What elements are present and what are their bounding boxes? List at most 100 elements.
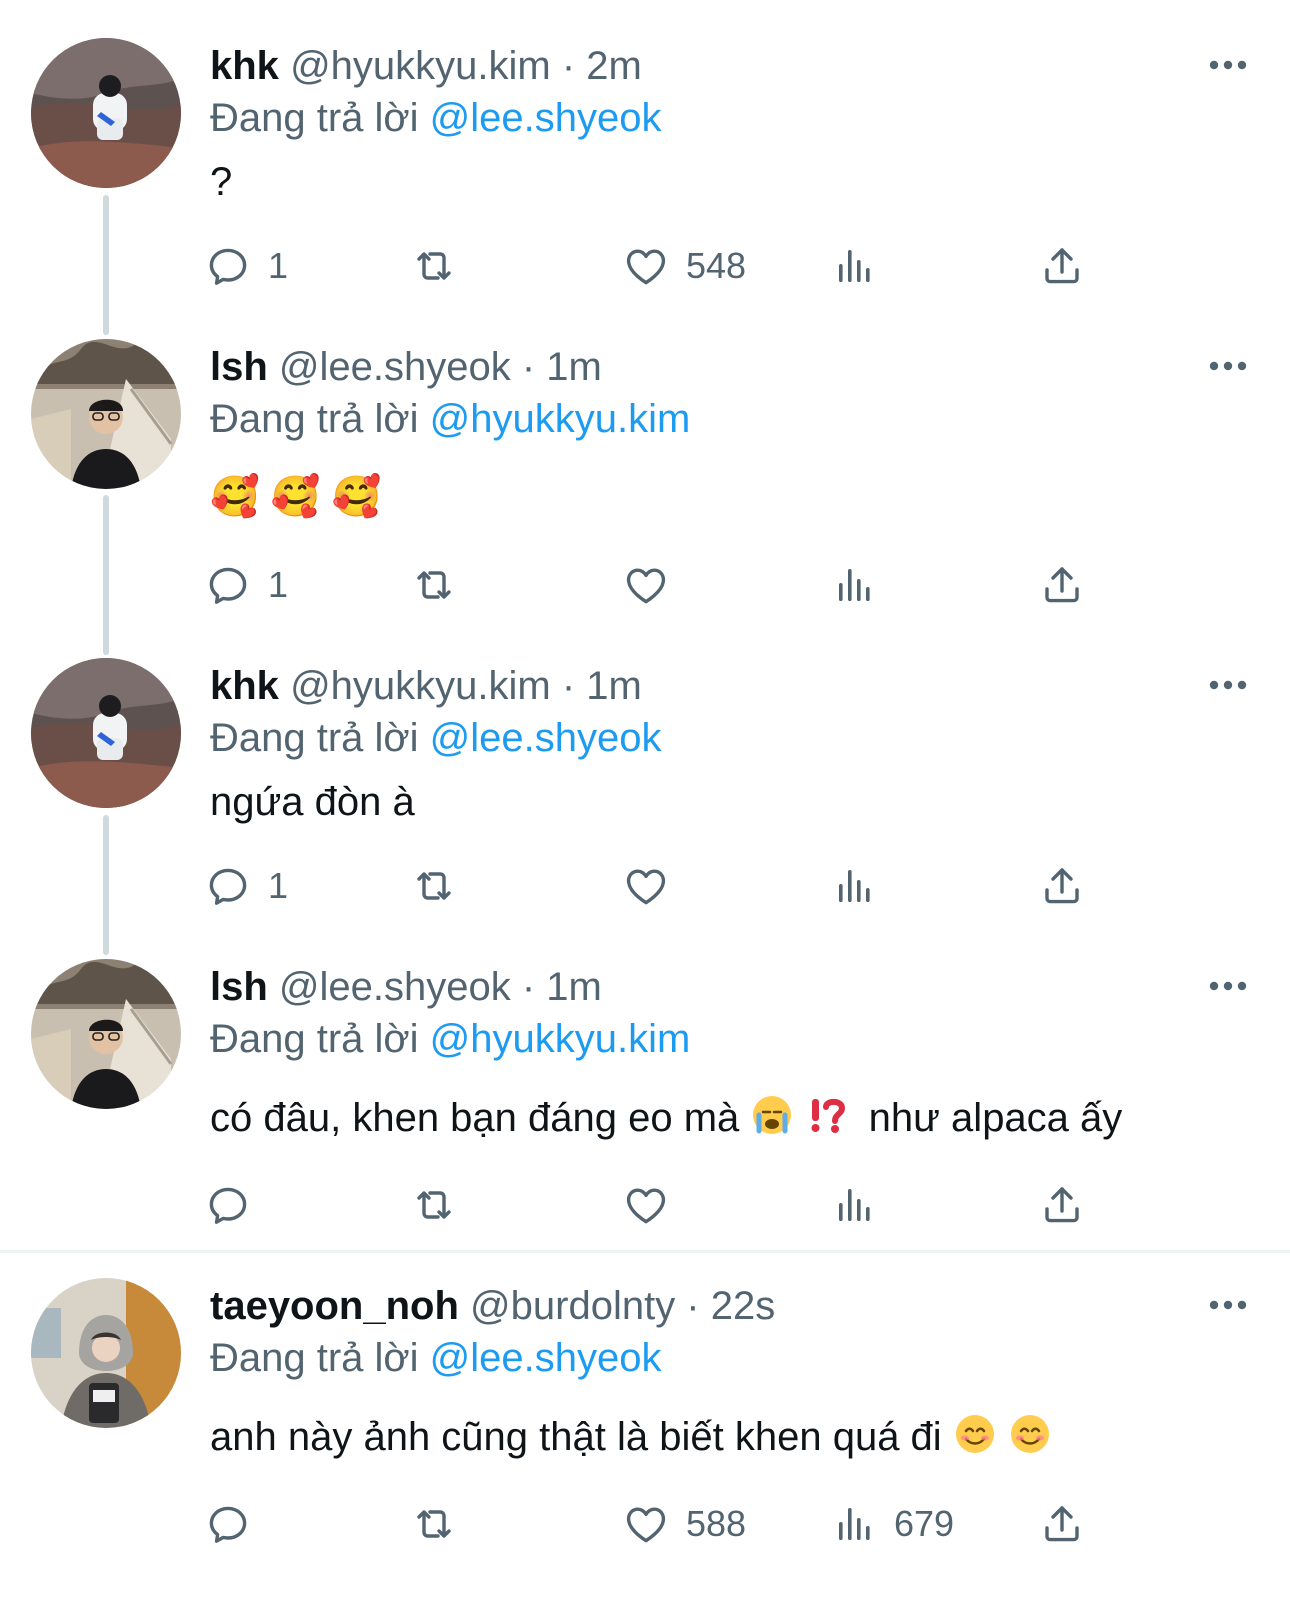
heart-icon (622, 1500, 670, 1548)
handle-time[interactable]: @burdolnty · 22s (470, 1284, 775, 1328)
share-button[interactable] (1038, 238, 1086, 294)
share-button[interactable] (1038, 1496, 1086, 1552)
tweet-header: khk @hyukkyu.kim · 2m (210, 42, 642, 90)
display-name[interactable]: khk (210, 44, 279, 88)
mention-link[interactable]: @hyukkyu.kim (430, 397, 691, 441)
retweet-button[interactable] (410, 1177, 458, 1233)
like-button[interactable]: 588 (622, 1496, 746, 1552)
heart-icon (622, 242, 670, 290)
like-button[interactable] (622, 557, 670, 613)
smiling-face-icon (953, 1412, 997, 1467)
tweet-header: lsh @lee.shyeok · 1m (210, 343, 602, 391)
like-button[interactable]: 548 (622, 238, 746, 294)
views-button[interactable] (830, 1177, 878, 1233)
views-icon (830, 1500, 878, 1548)
view-count: 679 (894, 1503, 955, 1544)
retweet-icon (410, 242, 458, 290)
mention-link[interactable]: @lee.shyeok (430, 96, 662, 140)
retweet-icon (410, 1500, 458, 1548)
tweet-actions: 1 (210, 557, 1210, 613)
retweet-icon (410, 561, 458, 609)
display-name[interactable]: lsh (210, 965, 268, 1009)
mention-link[interactable]: @lee.shyeok (430, 1336, 662, 1380)
retweet-button[interactable] (410, 557, 458, 613)
smiling-face-icon (1008, 1412, 1052, 1467)
share-button[interactable] (1038, 557, 1086, 613)
exclamation-question-icon (806, 1093, 850, 1148)
display-name[interactable]: taeyoon_noh (210, 1284, 459, 1328)
reply-prefix: Đang trả lời (210, 716, 430, 760)
handle-time[interactable]: @hyukkyu.kim · 1m (290, 664, 642, 708)
tweet-text-part: như alpaca ấy (868, 1096, 1123, 1141)
more-icon[interactable] (1208, 678, 1248, 692)
more-icon[interactable] (1208, 359, 1248, 373)
reply-prefix: Đang trả lời (210, 1336, 430, 1380)
tweet-text: 🥰 🥰 🥰 (210, 475, 382, 519)
avatar[interactable] (31, 1278, 181, 1428)
reply-prefix: Đang trả lời (210, 96, 430, 140)
tweet-actions: 588 679 (210, 1496, 1210, 1552)
views-icon (830, 1181, 878, 1229)
avatar[interactable] (31, 339, 181, 489)
tweet-text: ngứa đòn à (210, 780, 415, 824)
like-count: 548 (686, 245, 747, 286)
retweet-button[interactable] (410, 858, 458, 914)
replying-to: Đang trả lời @hyukkyu.kim (210, 1015, 690, 1063)
views-button[interactable] (830, 557, 878, 613)
tweet-text: anh này ảnh cũng thật là biết khen quá đ… (210, 1412, 1052, 1467)
display-name[interactable]: khk (210, 664, 279, 708)
views-button[interactable] (830, 238, 878, 294)
reply-prefix: Đang trả lời (210, 397, 430, 441)
views-button[interactable]: 679 (830, 1496, 954, 1552)
avatar[interactable] (31, 38, 181, 188)
retweet-button[interactable] (410, 238, 458, 294)
views-icon (830, 242, 878, 290)
more-icon[interactable] (1208, 58, 1248, 72)
reply-icon (204, 1181, 252, 1229)
avatar[interactable] (31, 658, 181, 808)
replying-to: Đang trả lời @lee.shyeok (210, 1334, 662, 1382)
share-icon (1038, 1181, 1086, 1229)
mention-link[interactable]: @lee.shyeok (430, 716, 662, 760)
like-button[interactable] (622, 1177, 670, 1233)
replying-to: Đang trả lời @lee.shyeok (210, 94, 662, 142)
share-button[interactable] (1038, 858, 1086, 914)
more-icon[interactable] (1208, 979, 1248, 993)
views-icon (830, 862, 878, 910)
views-button[interactable] (830, 858, 878, 914)
retweet-icon (410, 862, 458, 910)
reply-icon (204, 561, 252, 609)
reply-count: 1 (268, 245, 289, 286)
reply-button[interactable] (204, 1177, 252, 1233)
thread-line (103, 195, 109, 335)
reply-count: 1 (268, 865, 289, 906)
like-button[interactable] (622, 858, 670, 914)
retweet-icon (410, 1181, 458, 1229)
reply-button[interactable]: 1 (204, 238, 288, 294)
handle-time[interactable]: @lee.shyeok · 1m (279, 345, 602, 389)
handle-time[interactable]: @hyukkyu.kim · 2m (290, 44, 642, 88)
share-icon (1038, 242, 1086, 290)
tweet-actions (210, 1177, 1210, 1233)
reply-icon (204, 242, 252, 290)
tweet-header: lsh @lee.shyeok · 1m (210, 963, 602, 1011)
handle-time[interactable]: @lee.shyeok · 1m (279, 965, 602, 1009)
share-icon (1038, 561, 1086, 609)
reply-button[interactable]: 1 (204, 858, 288, 914)
tweet-text-part: anh này ảnh cũng thật là biết khen quá đ… (210, 1415, 942, 1460)
share-icon (1038, 862, 1086, 910)
reply-button[interactable]: 1 (204, 557, 288, 613)
share-button[interactable] (1038, 1177, 1086, 1233)
mention-link[interactable]: @hyukkyu.kim (430, 1017, 691, 1061)
crying-face-icon (750, 1093, 794, 1148)
more-icon[interactable] (1208, 1298, 1248, 1312)
display-name[interactable]: lsh (210, 345, 268, 389)
avatar[interactable] (31, 959, 181, 1109)
reply-count: 1 (268, 564, 289, 605)
retweet-button[interactable] (410, 1496, 458, 1552)
tweet-actions: 1 (210, 858, 1210, 914)
reply-icon (204, 1500, 252, 1548)
heart-icon (622, 862, 670, 910)
reply-button[interactable] (204, 1496, 252, 1552)
tweet-header: khk @hyukkyu.kim · 1m (210, 662, 642, 710)
